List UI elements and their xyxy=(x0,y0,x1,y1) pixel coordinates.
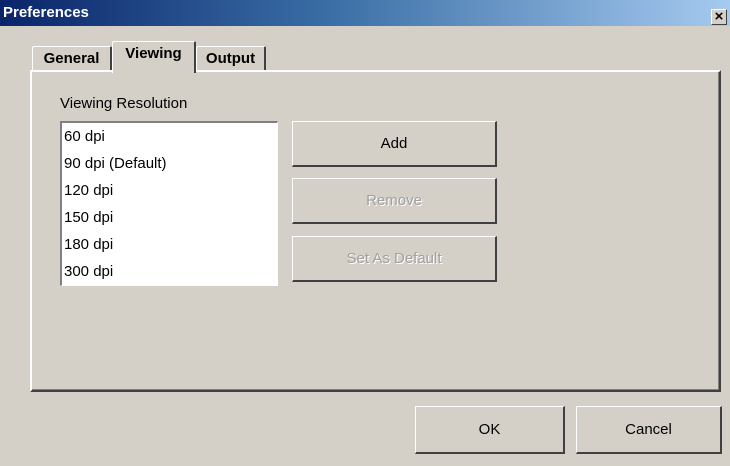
remove-button[interactable]: Remove xyxy=(292,178,497,224)
list-item[interactable]: 60 dpi xyxy=(62,123,277,150)
add-button[interactable]: Add xyxy=(292,121,497,167)
tab-general[interactable]: General xyxy=(32,46,112,72)
resolution-listbox[interactable]: 60 dpi 90 dpi (Default) 120 dpi 150 dpi … xyxy=(60,121,278,286)
set-as-default-button[interactable]: Set As Default xyxy=(292,236,497,282)
list-item[interactable]: 180 dpi xyxy=(62,231,277,258)
list-item[interactable]: 300 dpi xyxy=(62,258,277,285)
title-bar: Preferences xyxy=(0,0,730,26)
list-item[interactable]: 120 dpi xyxy=(62,177,277,204)
close-icon[interactable]: × xyxy=(711,9,727,25)
list-item[interactable]: 90 dpi (Default) xyxy=(62,150,277,177)
cancel-button[interactable]: Cancel xyxy=(576,406,722,454)
window-title: Preferences xyxy=(3,4,89,21)
tab-output[interactable]: Output xyxy=(196,46,266,72)
list-item[interactable]: 150 dpi xyxy=(62,204,277,231)
tab-viewing[interactable]: Viewing xyxy=(112,41,196,73)
ok-button[interactable]: OK xyxy=(415,406,565,454)
viewing-resolution-label: Viewing Resolution xyxy=(60,95,188,112)
